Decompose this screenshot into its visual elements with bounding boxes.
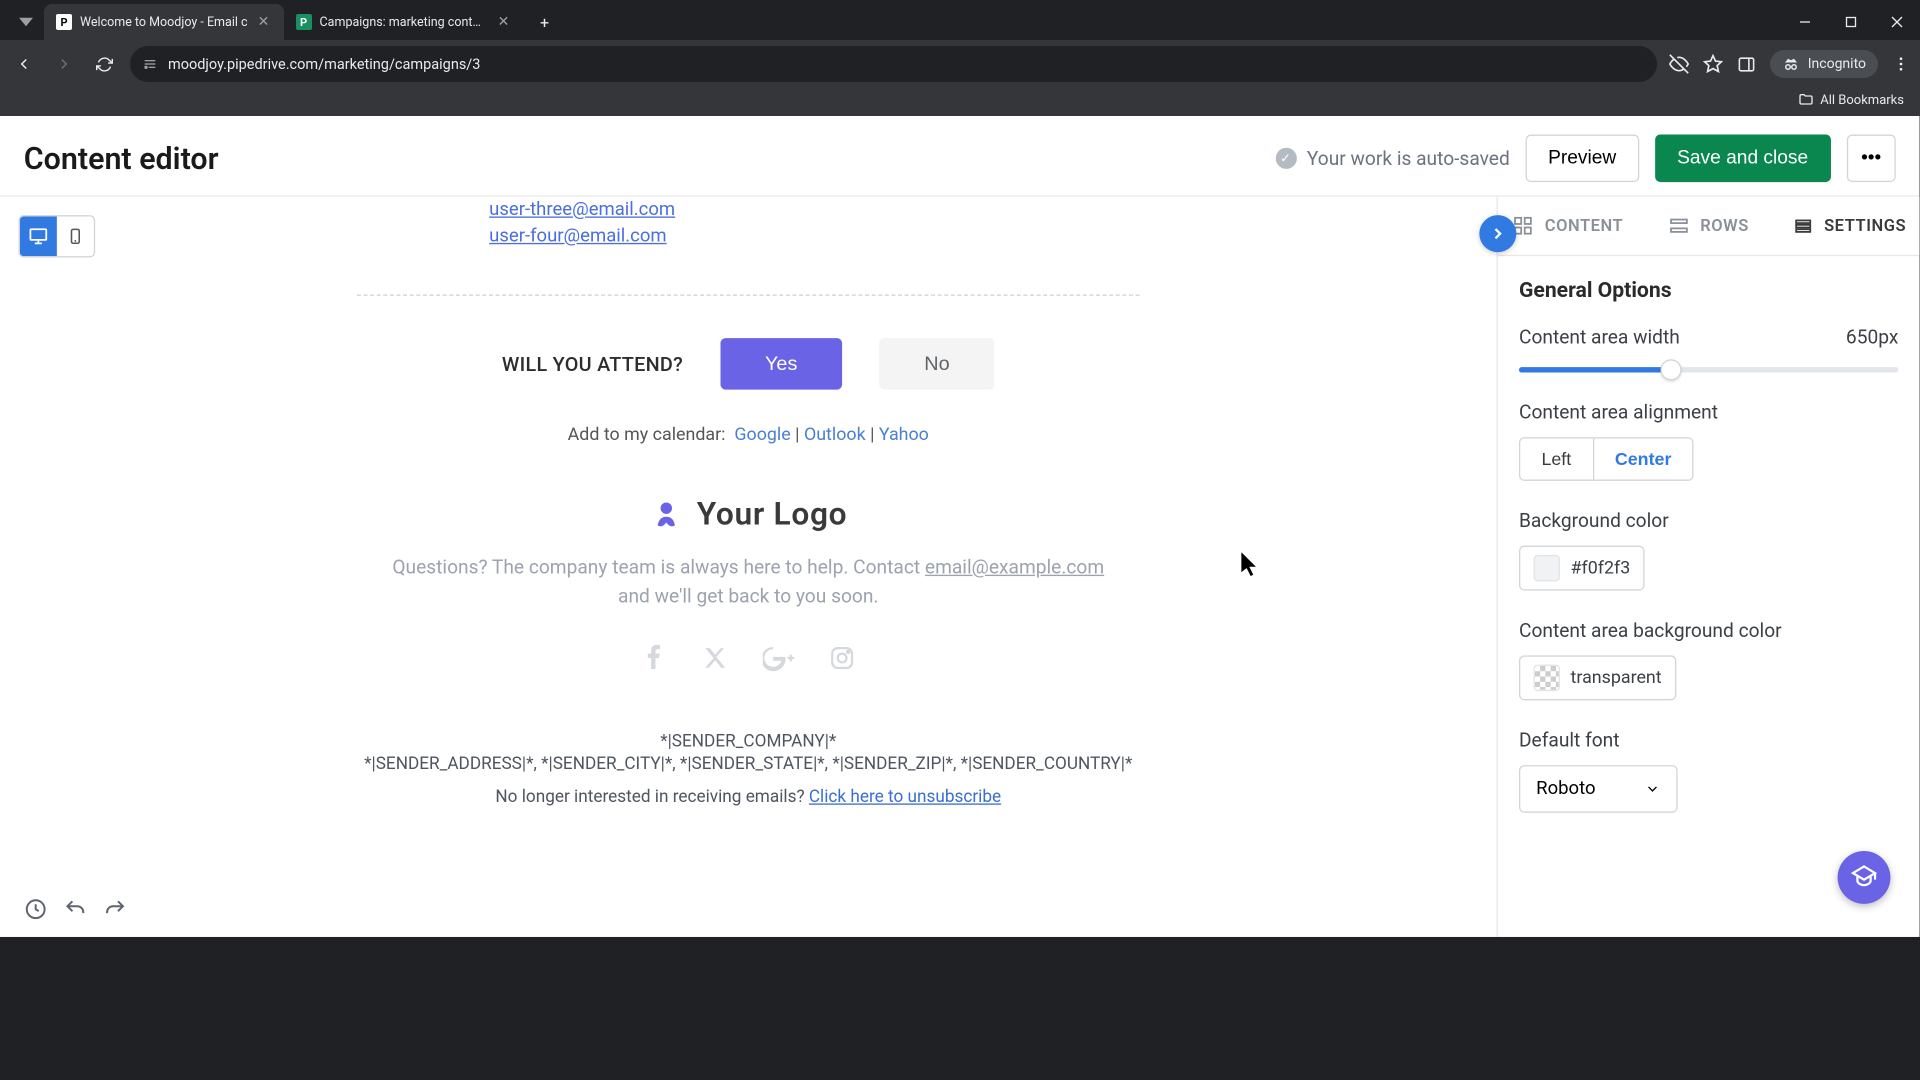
nav-reload-button[interactable] [90, 50, 118, 78]
bookmark-star-icon[interactable] [1703, 54, 1723, 74]
content-bg-label: Content area background color [1519, 620, 1898, 642]
font-value: Roboto [1536, 778, 1595, 799]
tab-title: Welcome to Moodjoy - Email c [80, 15, 248, 30]
color-swatch [1534, 665, 1560, 691]
google-plus-icon[interactable] [763, 645, 795, 671]
legal-company: *|SENDER_COMPANY|* [45, 732, 1452, 752]
site-info-icon[interactable] [142, 56, 158, 72]
tab-close-icon[interactable]: ✕ [496, 14, 512, 30]
desktop-view-button[interactable] [20, 216, 57, 256]
tab-content[interactable]: CONTENT [1498, 197, 1639, 256]
section-title: General Options [1519, 277, 1898, 302]
tab-favicon: P [56, 14, 72, 30]
nav-back-button[interactable] [10, 50, 38, 78]
email-link-list: user-three@email.com user-four@email.com [357, 197, 1140, 250]
footer-help-email[interactable]: email@example.com [925, 556, 1104, 578]
calendar-yahoo-link[interactable]: Yahoo [879, 424, 929, 445]
unsubscribe-pre: No longer interested in receiving emails… [495, 787, 808, 807]
all-bookmarks-button[interactable]: All Bookmarks [1798, 92, 1904, 108]
history-button[interactable] [19, 892, 53, 926]
legal-address: *|SENDER_ADDRESS|*, *|SENDER_CITY|*, *|S… [45, 754, 1452, 774]
tab-content-label: CONTENT [1545, 216, 1623, 236]
window-maximize[interactable] [1828, 4, 1874, 40]
x-twitter-icon[interactable] [702, 645, 728, 671]
align-center-button[interactable]: Center [1592, 439, 1692, 480]
preview-button[interactable]: Preview [1526, 135, 1639, 183]
help-fab-button[interactable] [1838, 851, 1891, 904]
divider [357, 294, 1140, 295]
tab-favicon: P [296, 14, 312, 30]
font-select[interactable]: Roboto [1519, 765, 1678, 813]
tab-settings[interactable]: SETTINGS [1779, 197, 1920, 256]
browser-tab[interactable]: P Campaigns: marketing contacts ✕ [284, 4, 524, 40]
footer-help-text: Questions? The company team is always he… [378, 554, 1118, 613]
facebook-icon[interactable] [641, 645, 667, 671]
tab-search-menu[interactable] [8, 4, 44, 40]
content-bg-value: transparent [1571, 667, 1662, 688]
incognito-label: Incognito [1808, 56, 1866, 72]
eye-off-icon[interactable] [1669, 54, 1689, 74]
slider-thumb[interactable] [1660, 359, 1681, 380]
logo-text: Your Logo [697, 495, 848, 532]
browser-menu-icon[interactable] [1892, 55, 1910, 73]
tab-rows-label: ROWS [1700, 216, 1749, 236]
tab-close-icon[interactable]: ✕ [256, 14, 272, 30]
calendar-google-link[interactable]: Google [734, 424, 790, 445]
new-tab-button[interactable]: + [530, 7, 560, 37]
content-bg-color-input[interactable]: transparent [1519, 655, 1676, 700]
content-width-value: 650px [1846, 326, 1898, 348]
tab-rows[interactable]: ROWS [1638, 197, 1779, 256]
align-left-button[interactable]: Left [1520, 439, 1592, 480]
color-swatch [1534, 555, 1560, 581]
side-panel-icon[interactable] [1737, 55, 1756, 74]
attend-question: WILL YOU ATTEND? [502, 352, 683, 376]
window-close[interactable] [1874, 4, 1920, 40]
bg-color-value: #f0f2f3 [1571, 558, 1631, 579]
more-menu-button[interactable]: ••• [1847, 135, 1896, 183]
tab-settings-label: SETTINGS [1824, 216, 1906, 236]
chevron-down-icon [1645, 781, 1661, 797]
redo-button[interactable] [98, 892, 132, 926]
calendar-outlook-link[interactable]: Outlook [804, 424, 866, 445]
logo-icon [649, 497, 683, 531]
calendar-row: Add to my calendar: Google | Outlook | Y… [357, 413, 1140, 466]
mobile-view-button[interactable] [57, 216, 94, 256]
page-title: Content editor [24, 140, 219, 176]
yes-button[interactable]: Yes [720, 338, 842, 390]
no-button[interactable]: No [879, 338, 994, 390]
bg-color-label: Background color [1519, 510, 1898, 532]
content-width-label: Content area width [1519, 326, 1680, 348]
instagram-icon[interactable] [829, 645, 855, 671]
alignment-label: Content area alignment [1519, 402, 1898, 424]
browser-tab-active[interactable]: P Welcome to Moodjoy - Email c ✕ [44, 4, 284, 40]
email-link[interactable]: user-three@email.com [489, 197, 1139, 223]
email-link[interactable]: user-four@email.com [489, 223, 1139, 249]
panel-collapse-button[interactable] [1479, 215, 1516, 252]
unsubscribe-link[interactable]: Click here to unsubscribe [809, 787, 1001, 807]
undo-button[interactable] [58, 892, 92, 926]
content-width-slider[interactable] [1519, 367, 1898, 372]
incognito-chip[interactable]: Incognito [1770, 50, 1878, 78]
nav-forward-button [50, 50, 78, 78]
autosave-label: Your work is auto-saved [1307, 147, 1510, 169]
calendar-label: Add to my calendar: [568, 424, 726, 445]
tab-title: Campaigns: marketing contacts [320, 15, 488, 30]
check-icon: ✓ [1275, 148, 1296, 169]
save-and-close-button[interactable]: Save and close [1655, 135, 1831, 183]
autosave-status: ✓ Your work is auto-saved [1275, 147, 1510, 169]
bg-color-input[interactable]: #f0f2f3 [1519, 546, 1645, 591]
font-label: Default font [1519, 729, 1898, 751]
window-minimize[interactable] [1782, 4, 1828, 40]
url-text: moodjoy.pipedrive.com/marketing/campaign… [168, 56, 480, 73]
all-bookmarks-label: All Bookmarks [1820, 93, 1904, 108]
address-bar[interactable]: moodjoy.pipedrive.com/marketing/campaign… [130, 46, 1657, 82]
